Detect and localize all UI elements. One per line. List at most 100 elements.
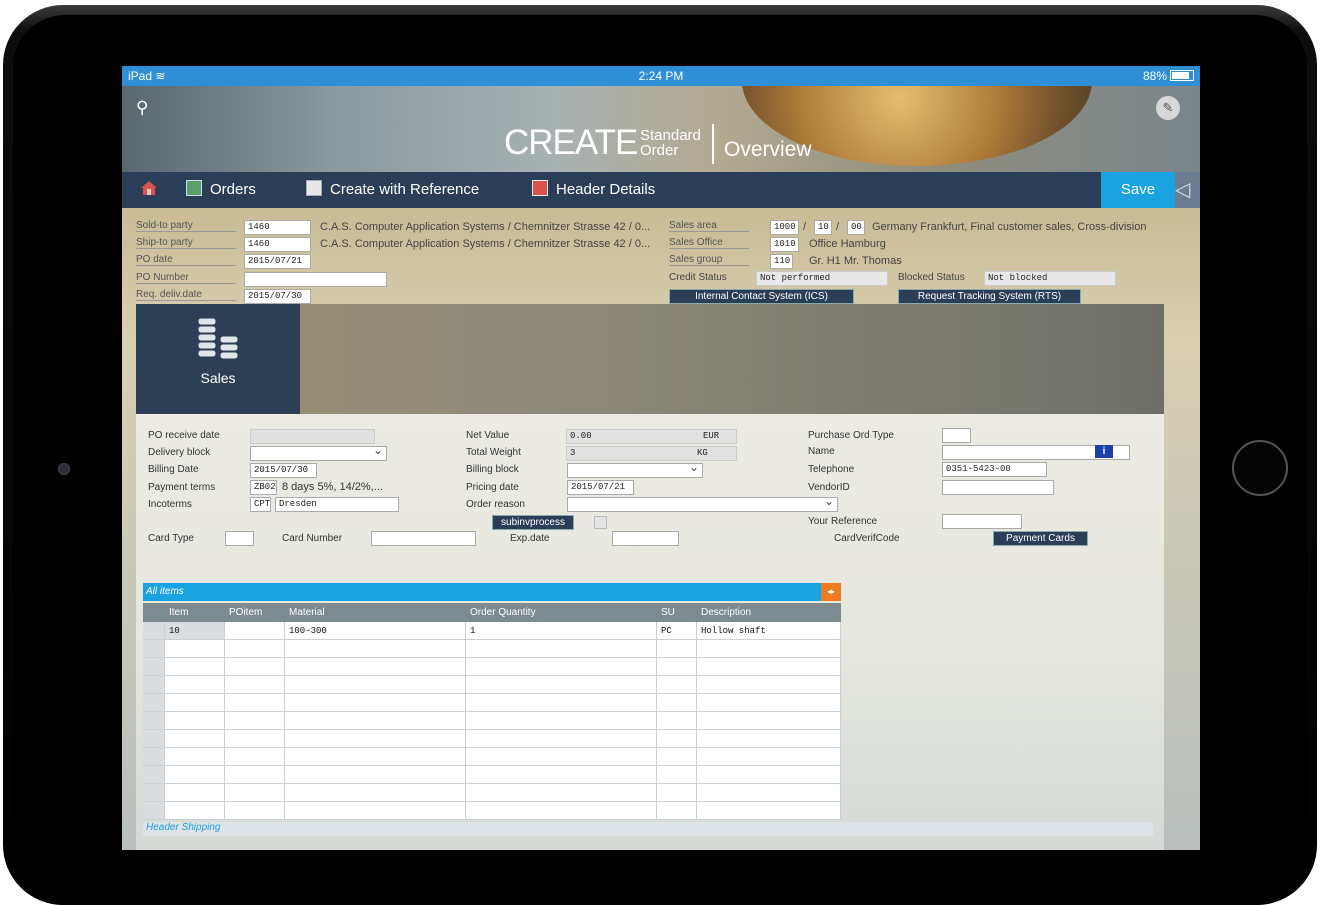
table-row[interactable]	[143, 730, 841, 748]
vendor-id-input[interactable]	[942, 480, 1054, 495]
cell-su[interactable]	[657, 784, 697, 802]
cell-poitem[interactable]	[225, 766, 285, 784]
po-date-input[interactable]: 2015/07/21	[244, 254, 311, 269]
cell-order-quantity[interactable]	[466, 640, 657, 658]
row-selector[interactable]	[143, 784, 165, 802]
table-row[interactable]	[143, 676, 841, 694]
cell-description[interactable]	[697, 748, 841, 766]
table-row[interactable]: 10 100-300 1 PC Hollow shaft	[143, 622, 841, 640]
cell-order-quantity[interactable]	[466, 658, 657, 676]
cell-material[interactable]	[285, 712, 466, 730]
cell-su[interactable]	[657, 802, 697, 820]
payment-terms-input[interactable]: ZB02	[250, 480, 277, 495]
cell-item[interactable]	[165, 784, 225, 802]
cell-description[interactable]	[697, 658, 841, 676]
cell-material[interactable]	[285, 694, 466, 712]
purchase-ord-type-input[interactable]	[942, 428, 971, 443]
save-button[interactable]: Save	[1101, 172, 1175, 208]
cell-su[interactable]	[657, 676, 697, 694]
cell-order-quantity[interactable]	[466, 766, 657, 784]
cell-poitem[interactable]	[225, 658, 285, 676]
table-row[interactable]	[143, 712, 841, 730]
cell-description[interactable]: Hollow shaft	[697, 622, 841, 640]
cell-item[interactable]: 10	[165, 622, 225, 640]
pricing-date-input[interactable]: 2015/07/21	[567, 480, 634, 495]
column-header-poitem[interactable]: POitem	[225, 603, 285, 622]
cell-item[interactable]	[165, 712, 225, 730]
cell-description[interactable]	[697, 640, 841, 658]
row-selector[interactable]	[143, 712, 165, 730]
subinvprocess-button[interactable]: subinvprocess	[492, 515, 574, 530]
sales-area-channel-input[interactable]: 10	[814, 220, 832, 235]
cell-poitem[interactable]	[225, 730, 285, 748]
sales-tile[interactable]: Sales	[136, 304, 300, 414]
order-reason-select[interactable]	[567, 494, 838, 512]
cell-order-quantity[interactable]	[466, 676, 657, 694]
row-selector[interactable]	[143, 658, 165, 676]
row-selector[interactable]	[143, 802, 165, 820]
cell-order-quantity[interactable]	[466, 784, 657, 802]
cell-description[interactable]	[697, 676, 841, 694]
card-type-input[interactable]	[225, 531, 254, 546]
table-row[interactable]	[143, 784, 841, 802]
cell-description[interactable]	[697, 784, 841, 802]
cell-item[interactable]	[165, 676, 225, 694]
cell-description[interactable]	[697, 766, 841, 784]
row-selector[interactable]	[143, 748, 165, 766]
cell-item[interactable]	[165, 730, 225, 748]
cell-item[interactable]	[165, 658, 225, 676]
cell-description[interactable]	[697, 694, 841, 712]
home-icon[interactable]	[140, 179, 158, 201]
subinvprocess-checkbox[interactable]	[594, 516, 607, 529]
sales-area-org-input[interactable]: 1000	[770, 220, 799, 235]
sales-area-division-input[interactable]: 00	[847, 220, 865, 235]
cell-material[interactable]	[285, 766, 466, 784]
cell-order-quantity[interactable]	[466, 748, 657, 766]
table-row[interactable]	[143, 766, 841, 784]
cell-poitem[interactable]	[225, 784, 285, 802]
cell-su[interactable]: PC	[657, 622, 697, 640]
incoterms-place-input[interactable]: Dresden	[275, 497, 399, 512]
sales-office-input[interactable]: 1010	[770, 237, 799, 252]
exp-date-input[interactable]	[612, 531, 679, 546]
incoterms-input[interactable]: CPT	[250, 497, 271, 512]
column-header-description[interactable]: Description	[697, 603, 841, 622]
cell-su[interactable]	[657, 748, 697, 766]
cell-description[interactable]	[697, 730, 841, 748]
tab-orders[interactable]: Orders	[186, 180, 256, 198]
row-selector[interactable]	[143, 694, 165, 712]
cell-poitem[interactable]	[225, 802, 285, 820]
back-arrow-icon[interactable]: ◁	[1175, 172, 1200, 208]
row-selector[interactable]	[143, 766, 165, 784]
tab-header-details[interactable]: Header Details	[532, 180, 655, 198]
sold-to-input[interactable]: 1460	[244, 220, 311, 235]
table-row[interactable]	[143, 694, 841, 712]
search-icon[interactable]: ⚲	[136, 98, 148, 118]
ship-to-input[interactable]: 1460	[244, 237, 311, 252]
cell-material[interactable]: 100-300	[285, 622, 466, 640]
cell-material[interactable]	[285, 640, 466, 658]
cell-order-quantity[interactable]	[466, 730, 657, 748]
cell-material[interactable]	[285, 676, 466, 694]
row-selector[interactable]	[143, 676, 165, 694]
row-selector[interactable]	[143, 622, 165, 640]
cell-description[interactable]	[697, 712, 841, 730]
column-header-material[interactable]: Material	[285, 603, 466, 622]
column-header-order-quantity[interactable]: Order Quantity	[466, 603, 657, 622]
cell-poitem[interactable]	[225, 694, 285, 712]
cell-poitem[interactable]	[225, 622, 285, 640]
cell-material[interactable]	[285, 802, 466, 820]
row-selector[interactable]	[143, 730, 165, 748]
tab-create-with-reference[interactable]: Create with Reference	[306, 180, 479, 198]
billing-date-input[interactable]: 2015/07/30	[250, 463, 317, 478]
cell-su[interactable]	[657, 640, 697, 658]
cell-su[interactable]	[657, 766, 697, 784]
cell-poitem[interactable]	[225, 712, 285, 730]
telephone-input[interactable]: 0351-5423-00	[942, 462, 1047, 477]
cell-poitem[interactable]	[225, 640, 285, 658]
cell-material[interactable]	[285, 784, 466, 802]
cell-order-quantity[interactable]	[466, 694, 657, 712]
cell-order-quantity[interactable]	[466, 712, 657, 730]
table-row[interactable]	[143, 658, 841, 676]
payment-cards-button[interactable]: Payment Cards	[993, 531, 1088, 546]
